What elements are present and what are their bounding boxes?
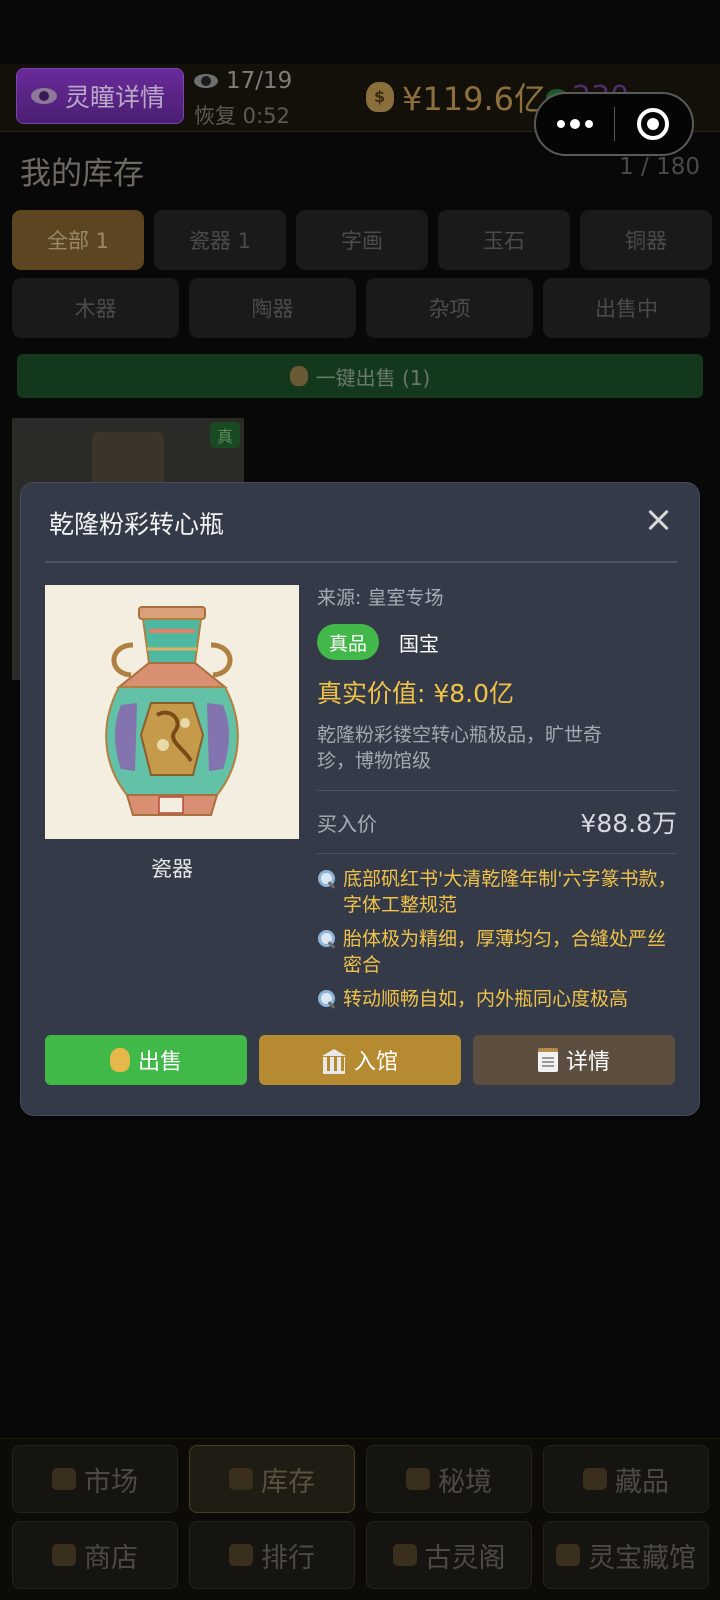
tab-jade[interactable]: 玉石 xyxy=(438,210,570,270)
nav-collection[interactable]: 藏品 xyxy=(543,1445,709,1513)
modal-actions: 出售 入馆 详情 xyxy=(45,1035,677,1085)
coin-amount: ¥119.6亿 xyxy=(402,80,546,118)
target-circle-icon xyxy=(637,108,670,140)
market-icon xyxy=(52,1468,76,1490)
true-value: 真实价值: ¥8.0亿 xyxy=(317,679,515,708)
more-menu-button[interactable] xyxy=(536,94,614,154)
collection-icon xyxy=(583,1468,607,1490)
shop-icon xyxy=(52,1544,76,1566)
item-category: 瓷器 xyxy=(151,857,193,881)
inventory-title: 我的库存 xyxy=(20,156,144,192)
nav-market[interactable]: 市场 xyxy=(12,1445,178,1513)
museum-label: 入馆 xyxy=(353,1050,398,1075)
inventory-count: 1 / 180 xyxy=(619,154,700,180)
sell-all-label: 一键出售 (1) xyxy=(315,365,431,390)
tab-misc[interactable]: 杂项 xyxy=(366,278,533,338)
tab-all[interactable]: 全部 1 xyxy=(12,210,144,270)
money-bag-icon xyxy=(109,1048,130,1072)
nav-label: 古灵阁 xyxy=(424,1542,506,1574)
nav-secret-realm[interactable]: 秘境 xyxy=(366,1445,532,1513)
clipboard-icon xyxy=(537,1048,558,1072)
nav-label: 灵宝藏馆 xyxy=(588,1542,696,1574)
tab-porcelain[interactable]: 瓷器 1 xyxy=(154,210,286,270)
authentic-badge: 真 xyxy=(210,422,240,448)
info-divider xyxy=(317,853,677,854)
eye-icon xyxy=(31,88,57,104)
nav-label: 库存 xyxy=(261,1466,315,1498)
eye-detail-label: 灵瞳详情 xyxy=(65,83,166,112)
nav-label: 市场 xyxy=(84,1466,138,1498)
nav-inventory[interactable]: 库存 xyxy=(189,1445,355,1513)
nav-shop[interactable]: 商店 xyxy=(12,1521,178,1589)
ranking-icon xyxy=(229,1544,253,1566)
museum-button[interactable]: 入馆 xyxy=(259,1035,461,1085)
item-description: 乾隆粉彩镂空转心瓶极品，旷世奇珍，博物馆级 xyxy=(317,724,603,772)
purchase-price-label: 买入价 xyxy=(317,811,377,836)
pavilion-icon xyxy=(392,1544,417,1566)
magnifier-icon xyxy=(317,989,337,1009)
recover-timer: 恢复 0:52 xyxy=(194,104,290,128)
sell-all-button[interactable]: 一键出售 (1) xyxy=(17,354,703,398)
sell-label: 出售 xyxy=(137,1050,182,1075)
appraisal-clues: 底部矾红书'大清乾隆年制'六字篆书款，字体工整规范 胎体极为精细，厚薄均匀，合缝… xyxy=(317,866,677,1012)
nav-label: 排行 xyxy=(261,1542,315,1574)
clue-text: 底部矾红书'大清乾隆年制'六字篆书款，字体工整规范 xyxy=(343,868,677,916)
detail-label: 详情 xyxy=(565,1050,610,1075)
modal-title: 乾隆粉彩转心瓶 xyxy=(49,510,225,539)
magnifier-icon xyxy=(317,929,337,949)
tab-on-sale[interactable]: 出售中 xyxy=(543,278,710,338)
clue-text: 胎体极为精细，厚薄均匀，合缝处严丝密合 xyxy=(343,928,667,976)
nav-ranking[interactable]: 排行 xyxy=(189,1521,355,1589)
item-image xyxy=(45,585,299,839)
detail-button[interactable]: 详情 xyxy=(473,1035,675,1085)
close-icon[interactable] xyxy=(645,507,673,535)
realm-icon xyxy=(406,1468,430,1490)
bottom-navigation: 市场 库存 秘境 藏品 商店 排行 古灵阁 灵宝藏馆 xyxy=(0,1438,720,1600)
tab-paintings[interactable]: 字画 xyxy=(296,210,428,270)
eye-count-stat: 17/19 xyxy=(194,68,292,94)
nav-label: 藏品 xyxy=(615,1466,669,1498)
modal-divider xyxy=(45,561,677,563)
clue-item: 转动顺畅自如，内外瓶同心度极高 xyxy=(317,986,677,1012)
nav-label: 秘境 xyxy=(438,1466,492,1498)
exit-miniprogram-button[interactable] xyxy=(614,94,692,154)
clue-item: 底部矾红书'大清乾隆年制'六字篆书款，字体工整规范 xyxy=(317,866,677,918)
item-source: 来源: 皇室专场 xyxy=(317,587,444,609)
eye-count: 17/19 xyxy=(226,68,293,94)
tab-bronze[interactable]: 铜器 xyxy=(580,210,712,270)
museum-icon xyxy=(321,1049,346,1074)
authentic-tag: 真品 xyxy=(317,624,380,660)
nav-guling-pavilion[interactable]: 古灵阁 xyxy=(366,1521,532,1589)
miniprogram-capsule xyxy=(534,92,694,156)
item-tags: 真品 国宝 xyxy=(317,624,677,660)
category-tabs-row-2: 木器 陶器 杂项 出售中 xyxy=(12,278,710,338)
grade-tag: 国宝 xyxy=(399,631,440,656)
tab-wood[interactable]: 木器 xyxy=(12,278,179,338)
money-bag-icon xyxy=(289,366,308,386)
treasure-icon xyxy=(556,1544,580,1566)
clue-item: 胎体极为精细，厚薄均匀，合缝处严丝密合 xyxy=(317,926,677,978)
sell-button[interactable]: 出售 xyxy=(45,1035,247,1085)
vase-illustration xyxy=(105,606,239,816)
item-info-panel: 来源: 皇室专场 真品 国宝 真实价值: ¥8.0亿 乾隆粉彩镂空转心瓶极品，旷… xyxy=(317,583,677,1020)
category-tabs-row-1: 全部 1 瓷器 1 字画 玉石 铜器 xyxy=(12,210,712,270)
tab-pottery[interactable]: 陶器 xyxy=(189,278,356,338)
nav-treasure-museum[interactable]: 灵宝藏馆 xyxy=(543,1521,709,1589)
eye-detail-button[interactable]: 灵瞳详情 xyxy=(16,68,184,124)
eye-icon xyxy=(194,74,218,88)
purchase-price-row: 买入价 ¥88.8万 xyxy=(317,791,677,853)
nav-label: 商店 xyxy=(84,1542,138,1574)
coin-balance: ¥119.6亿 xyxy=(366,74,546,120)
chest-icon xyxy=(229,1468,253,1490)
purchase-price-value: ¥88.8万 xyxy=(580,809,677,838)
clue-text: 转动顺畅自如，内外瓶同心度极高 xyxy=(343,988,629,1010)
magnifier-icon xyxy=(317,869,337,889)
money-bag-icon xyxy=(366,82,394,112)
item-detail-modal: 乾隆粉彩转心瓶 瓷器 来源: 皇室专场 真品 国宝 真实价值: ¥8.0亿 乾隆… xyxy=(20,482,700,1116)
